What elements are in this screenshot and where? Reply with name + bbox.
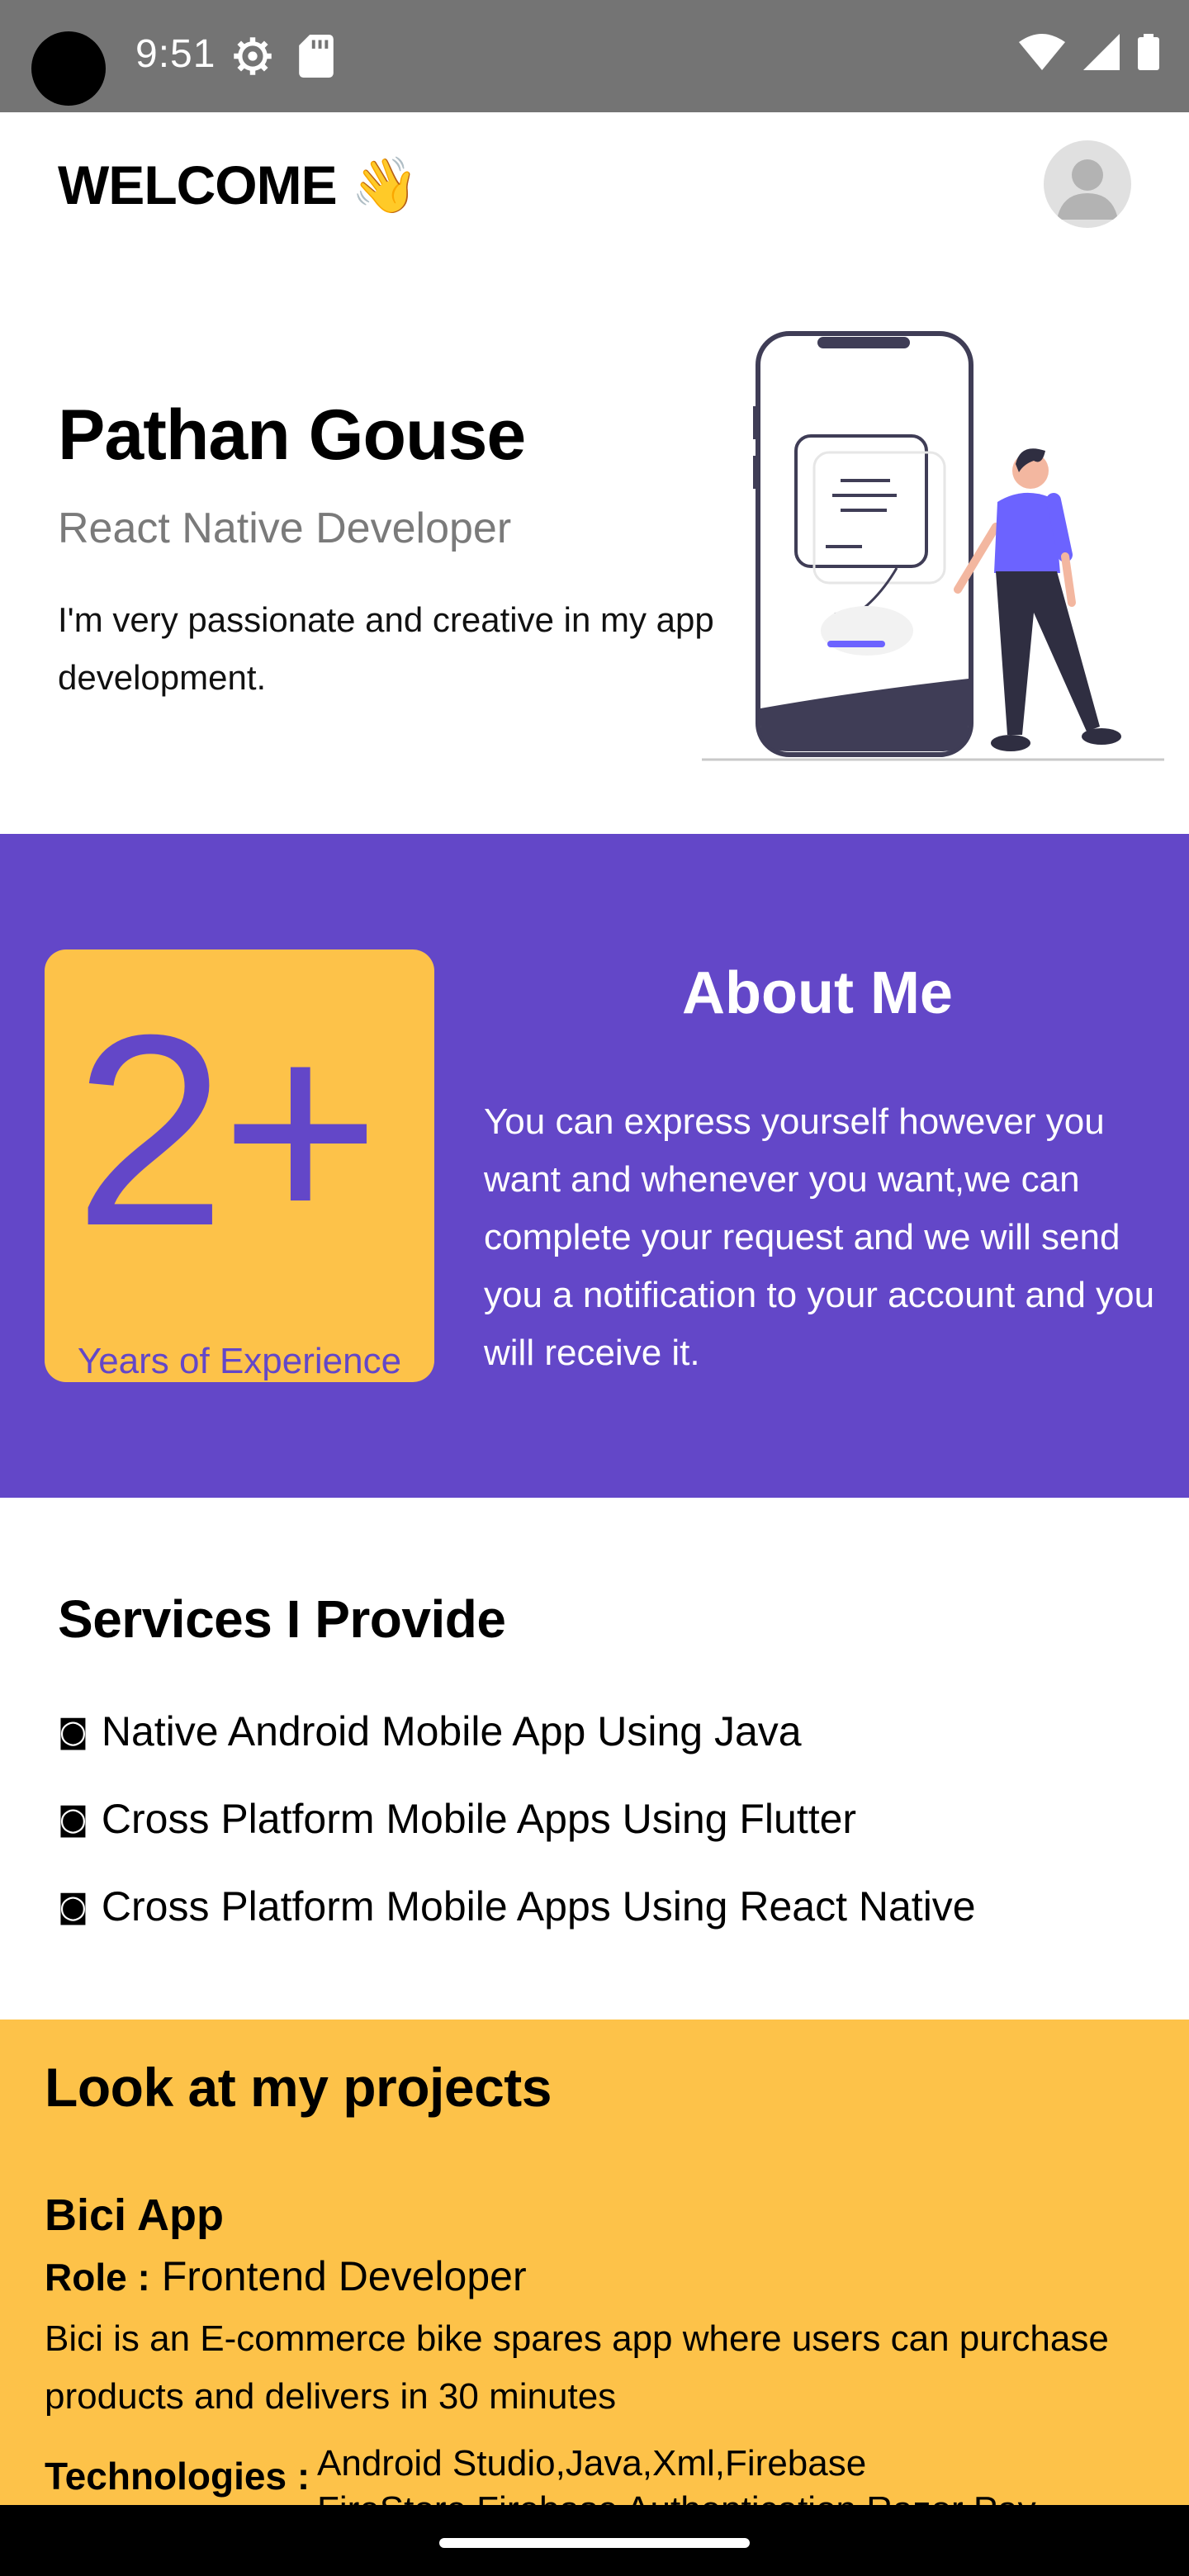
service-label: Cross Platform Mobile Apps Using Flutter — [101, 1796, 857, 1842]
welcome-heading: WELCOME 👋 — [58, 154, 419, 218]
profile-avatar[interactable] — [1044, 140, 1131, 228]
user-avatar-icon — [1057, 159, 1118, 220]
project-role: Role : Frontend Developer — [45, 2252, 527, 2300]
status-right-icons — [1019, 33, 1159, 71]
bullet-icon: ◙ — [58, 1713, 88, 1750]
services-title: Services I Provide — [58, 1589, 506, 1649]
bullet-icon: ◙ — [58, 1888, 88, 1925]
developer-bio: I'm very passionate and creative in my a… — [58, 600, 714, 697]
experience-number: 2+ — [74, 978, 380, 1282]
projects-title: Look at my projects — [45, 2057, 552, 2118]
service-item: ◙ Cross Platform Mobile Apps Using Flutt… — [58, 1795, 856, 1843]
status-bar: 9:51 — [0, 0, 1189, 112]
phone-person-illustration — [702, 331, 1164, 761]
signal-icon — [1083, 34, 1120, 70]
project-role-label: Role : — [45, 2256, 150, 2299]
about-section: 2+ Years of Experience About Me You can … — [0, 834, 1189, 1498]
camera-cutout — [31, 31, 106, 106]
welcome-text: WELCOME — [58, 154, 338, 215]
project-name: Bici App — [45, 2190, 225, 2240]
status-time: 9:51 — [135, 32, 216, 76]
sd-card-icon — [299, 35, 334, 78]
about-text: You can express yourself however you wan… — [484, 1101, 1155, 1373]
battery-icon — [1138, 34, 1159, 70]
wave-emoji: 👋 — [350, 154, 419, 217]
home-gesture-handle[interactable] — [439, 2538, 750, 2548]
service-label: Native Android Mobile App Using Java — [101, 1708, 802, 1754]
project-tech-label: Technologies : — [45, 2455, 310, 2498]
service-label: Cross Platform Mobile Apps Using React N… — [101, 1883, 976, 1930]
developer-name: Pathan Gouse — [58, 395, 526, 475]
experience-label: Years of Experience — [77, 1341, 402, 1381]
experience-card: 2+ Years of Experience — [45, 949, 434, 1382]
project-description: Bici is an E-commerce bike spares app wh… — [45, 2318, 1109, 2417]
developer-role: React Native Developer — [58, 504, 512, 552]
service-item: ◙ Native Android Mobile App Using Java — [58, 1707, 802, 1755]
service-item: ◙ Cross Platform Mobile Apps Using React… — [58, 1882, 976, 1930]
wifi-icon — [1019, 34, 1065, 70]
settings-icon — [234, 37, 272, 75]
projects-section: Look at my projects Bici App Role : Fron… — [0, 2020, 1189, 2505]
project-role-value: Frontend Developer — [161, 2253, 527, 2299]
bullet-icon: ◙ — [58, 1801, 88, 1837]
navigation-bar — [0, 2505, 1189, 2576]
project-tech-value: Android Studio,Java,Xml,Firebase FireSto… — [317, 2443, 1036, 2505]
about-title: About Me — [682, 960, 953, 1026]
